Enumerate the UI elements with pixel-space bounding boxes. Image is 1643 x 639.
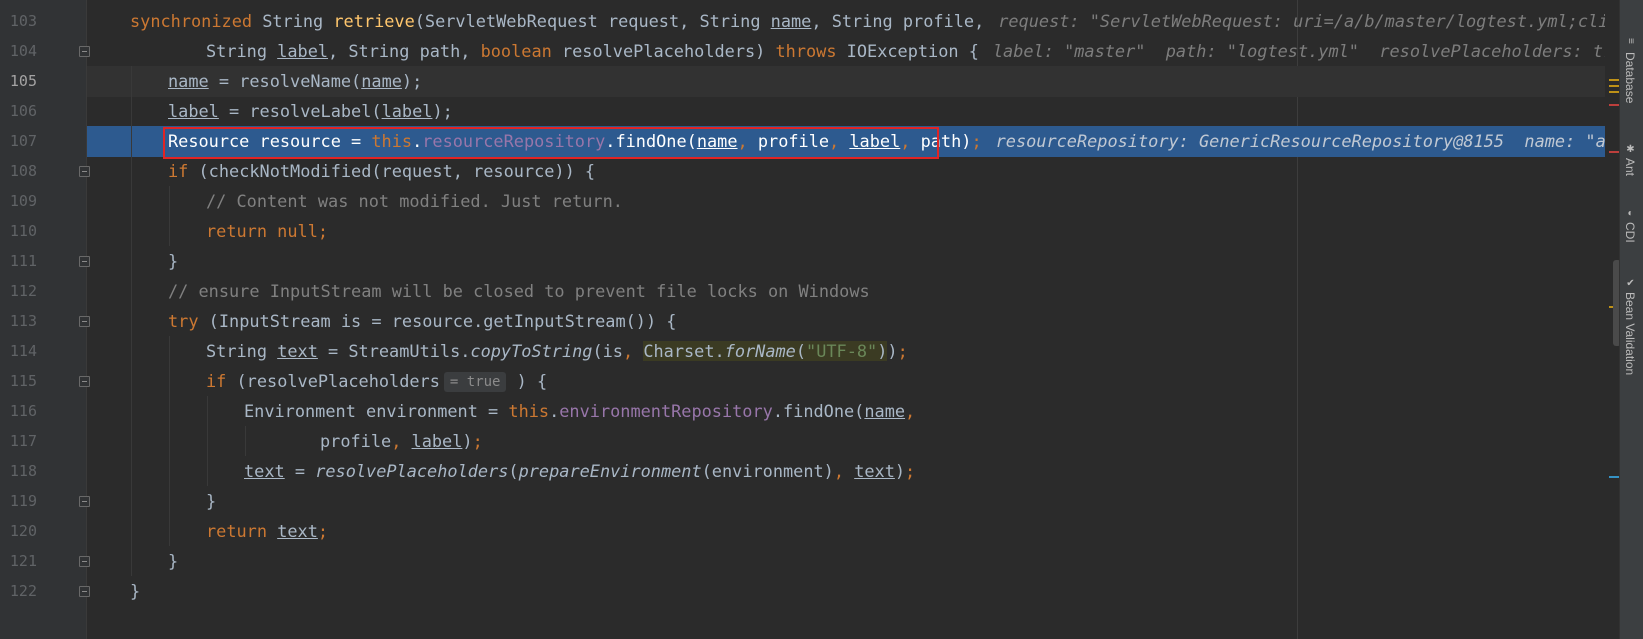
fold-toggle-icon[interactable] — [79, 496, 90, 507]
line-number[interactable]: 113 — [0, 306, 37, 337]
line-number[interactable]: 115 — [0, 366, 37, 397]
line-number[interactable]: 105 — [0, 66, 37, 97]
line-number[interactable]: 107 — [0, 126, 37, 157]
line-number[interactable]: 111 — [0, 246, 37, 277]
code-line[interactable]: } — [87, 546, 1605, 577]
line-number[interactable]: 110 — [0, 216, 37, 247]
code-line[interactable]: label = resolveLabel(label); — [87, 96, 1605, 127]
fold-toggle-icon[interactable] — [79, 586, 90, 597]
fold-toggle-icon[interactable] — [79, 376, 90, 387]
tool-tab-cdi[interactable]: ◐CDI — [1623, 208, 1637, 243]
info-marker[interactable] — [1609, 476, 1619, 478]
cdi-icon: ◐ — [1625, 208, 1636, 219]
line-number[interactable]: 122 — [0, 576, 37, 607]
indent-guide — [169, 336, 170, 546]
parameter-value-hint: = true — [443, 372, 507, 392]
right-toolbar: ≡Database ✱Ant ◐CDI ✔Bean Validation — [1619, 0, 1643, 639]
fold-toggle-icon[interactable] — [79, 256, 90, 267]
code-line[interactable]: } — [87, 486, 1605, 517]
highlight-box — [163, 127, 939, 159]
fold-toggle-icon[interactable] — [79, 316, 90, 327]
fold-toggle-icon[interactable] — [79, 166, 90, 177]
line-number[interactable]: 119 — [0, 486, 37, 517]
code-line[interactable]: if (resolvePlaceholders = true ) { — [87, 366, 1605, 397]
code-line[interactable]: text = resolvePlaceholders(prepareEnviro… — [87, 456, 1605, 487]
code-line[interactable]: String text = StreamUtils.copyToString(i… — [87, 336, 1605, 367]
code-line[interactable]: // Content was not modified. Just return… — [87, 186, 1605, 217]
code-line[interactable]: if (checkNotModified(request, resource))… — [87, 156, 1605, 187]
indent-guide — [169, 186, 170, 246]
line-number[interactable]: 109 — [0, 186, 37, 217]
line-number[interactable]: 106 — [0, 96, 37, 127]
code-line[interactable]: } — [87, 246, 1605, 277]
bean-validation-icon: ✔ — [1625, 278, 1636, 289]
line-number[interactable]: 116 — [0, 396, 37, 427]
code-line[interactable]: Environment environment = this.environme… — [87, 396, 1605, 427]
ant-icon: ✱ — [1625, 144, 1636, 155]
warning-marker[interactable] — [1609, 79, 1619, 81]
indent-guide — [131, 66, 132, 576]
warning-marker[interactable] — [1609, 91, 1619, 93]
code-line[interactable]: // ensure InputStream will be closed to … — [87, 276, 1605, 307]
warning-marker[interactable] — [1609, 85, 1619, 87]
tool-tab-bean-validation[interactable]: ✔Bean Validation — [1623, 278, 1637, 375]
code-line[interactable]: } — [87, 576, 1605, 607]
line-number[interactable]: 104 — [0, 36, 37, 67]
code-line[interactable]: synchronized String retrieve(ServletWebR… — [87, 6, 1639, 37]
code-line[interactable]: return text; — [87, 516, 1605, 547]
line-number[interactable]: 121 — [0, 546, 37, 577]
tool-tab-ant[interactable]: ✱Ant — [1623, 144, 1637, 176]
indent-guide — [207, 396, 208, 486]
debug-inline-value: resourceRepository: GenericResourceRepos… — [995, 131, 1616, 151]
fold-toggle-icon[interactable] — [79, 556, 90, 567]
tool-tab-database[interactable]: ≡Database — [1623, 38, 1637, 103]
code-line[interactable]: return null; — [87, 216, 1605, 247]
code-line[interactable]: try (InputStream is = resource.getInputS… — [87, 306, 1605, 337]
code-line-current[interactable]: name = resolveName(name); — [87, 66, 1605, 97]
line-number[interactable]: 118 — [0, 456, 37, 487]
code-line[interactable]: String label, String path, boolean resol… — [87, 36, 1634, 67]
error-marker[interactable] — [1609, 104, 1619, 106]
line-number[interactable]: 117 — [0, 426, 37, 457]
line-number[interactable]: 114 — [0, 336, 37, 367]
line-number[interactable]: 120 — [0, 516, 37, 547]
code-line[interactable]: profile, label); — [87, 426, 1605, 457]
debug-inline-value: request: "ServletWebRequest: uri=/a/b/ma… — [998, 11, 1639, 31]
line-number[interactable]: 103 — [0, 6, 37, 37]
debug-inline-value: label: "master" path: "logtest.yml" reso… — [992, 41, 1634, 61]
indent-guide — [245, 426, 246, 456]
line-number[interactable]: 108 — [0, 156, 37, 187]
database-icon: ≡ — [1625, 38, 1636, 44]
error-marker[interactable] — [1609, 151, 1619, 153]
line-number[interactable]: 112 — [0, 276, 37, 307]
fold-toggle-icon[interactable] — [79, 46, 90, 57]
